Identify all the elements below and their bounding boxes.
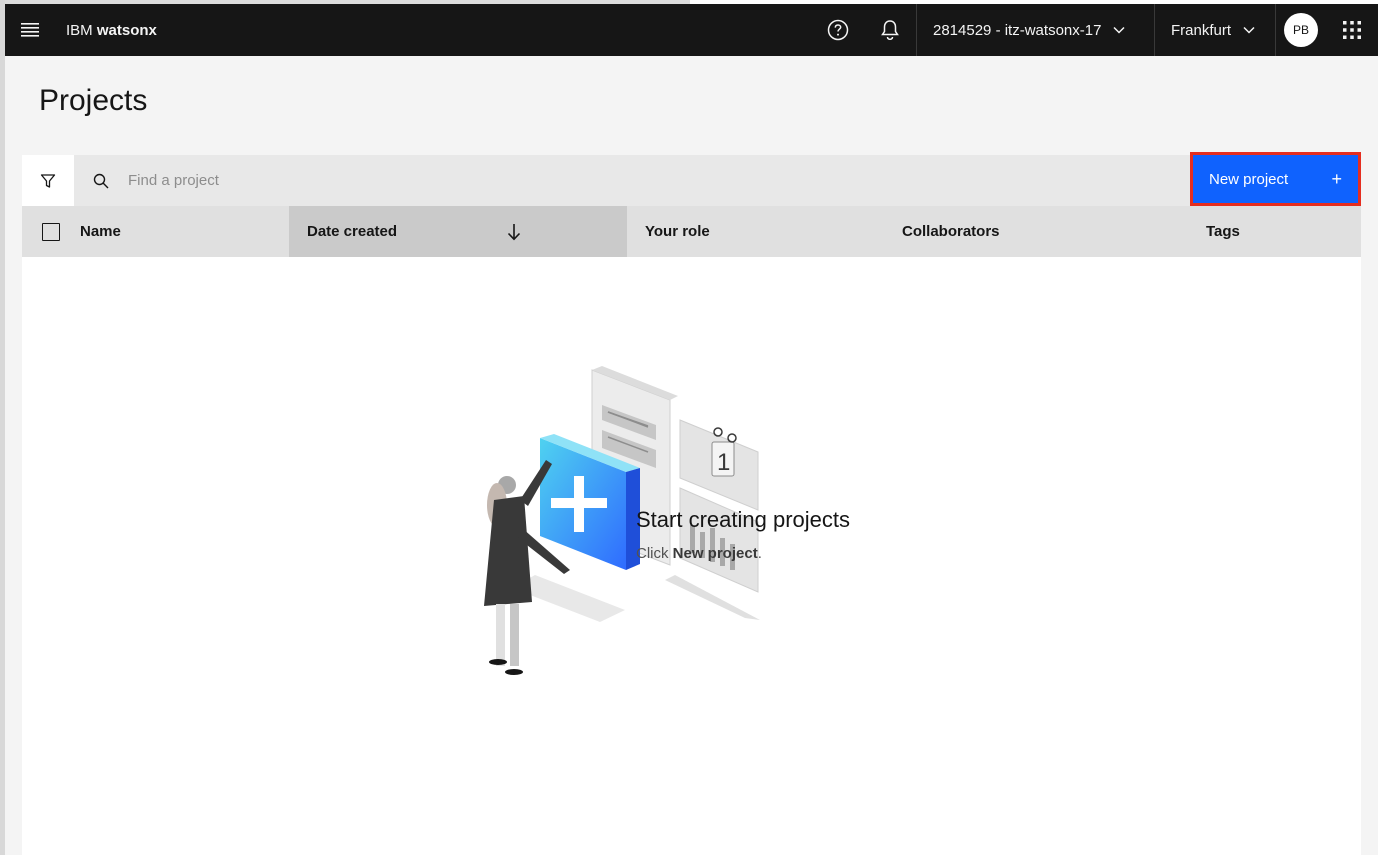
region-label: Frankfurt xyxy=(1171,21,1232,39)
svg-text:1: 1 xyxy=(717,449,730,476)
search-input[interactable] xyxy=(128,155,1190,206)
column-header-date-created[interactable]: Date created xyxy=(289,206,627,257)
select-all-checkbox[interactable] xyxy=(42,222,60,241)
column-header-collaborators[interactable]: Collaborators xyxy=(902,206,1206,257)
sort-arrow-down-icon xyxy=(507,223,521,240)
search-icon xyxy=(74,173,128,189)
column-header-your-role[interactable]: Your role xyxy=(627,206,902,257)
account-switcher[interactable]: 2814529 - itz-watsonx-17 xyxy=(916,4,1154,56)
region-switcher[interactable]: Frankfurt xyxy=(1154,4,1276,56)
column-label: Collaborators xyxy=(902,223,1000,240)
column-header-tags[interactable]: Tags xyxy=(1206,206,1361,257)
column-label: Name xyxy=(80,223,121,240)
column-label: Date created xyxy=(307,223,398,240)
table-toolbar xyxy=(22,155,1361,206)
account-label: 2814529 - itz-watsonx-17 xyxy=(933,21,1102,39)
app-switcher-icon[interactable] xyxy=(1326,4,1378,56)
select-all-cell[interactable] xyxy=(22,206,80,257)
new-project-highlight: New project + xyxy=(1190,152,1361,206)
table-header: Name Date created Your role Collaborator… xyxy=(22,206,1361,257)
menu-icon[interactable] xyxy=(5,4,55,56)
empty-state-title: Start creating projects xyxy=(636,507,850,532)
chevron-down-icon xyxy=(1243,26,1255,34)
product-name[interactable]: IBM watsonx xyxy=(66,22,157,39)
brand-prefix: IBM xyxy=(66,21,93,39)
column-header-name[interactable]: Name xyxy=(80,206,289,257)
search-field[interactable] xyxy=(74,155,1190,206)
empty-state-prefix: Click xyxy=(636,545,673,562)
empty-state-suffix: . xyxy=(757,545,762,562)
chevron-down-icon xyxy=(1113,26,1125,34)
background-window-edge xyxy=(0,0,5,855)
avatar: PB xyxy=(1284,13,1318,47)
page-title: Projects xyxy=(39,84,148,117)
filter-icon xyxy=(40,173,56,188)
column-label: Your role xyxy=(645,223,710,240)
notification-icon[interactable] xyxy=(864,4,916,56)
empty-state-subtitle: Click New project. xyxy=(636,545,762,562)
column-label: Tags xyxy=(1206,223,1240,240)
help-icon[interactable] xyxy=(812,4,864,56)
top-navigation-bar: IBM watsonx 2814529 - itz-watsonx-17 Fra… xyxy=(5,4,1378,56)
filter-button[interactable] xyxy=(22,155,74,206)
brand-name: watsonx xyxy=(96,21,157,39)
new-project-label: New project xyxy=(1209,170,1289,188)
empty-state-action: New project xyxy=(672,545,758,562)
add-icon: + xyxy=(1331,168,1342,189)
new-project-button[interactable]: New project + xyxy=(1193,155,1358,203)
user-profile-button[interactable]: PB xyxy=(1276,4,1326,56)
